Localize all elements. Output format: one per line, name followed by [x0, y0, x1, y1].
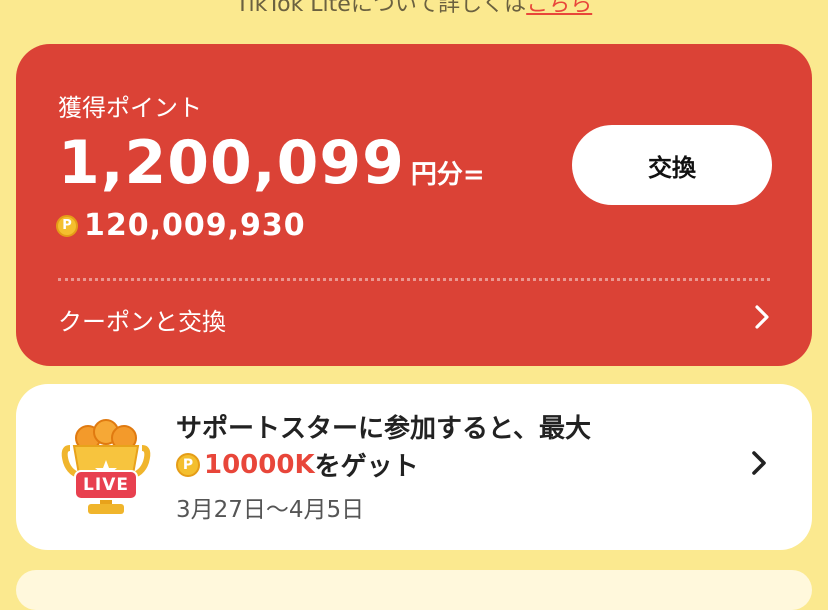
promo-dates: 3月27日〜4月5日 [176, 497, 365, 523]
promo-amount: 10000K [204, 449, 315, 480]
promo-suffix: をゲット [314, 452, 419, 482]
yen-unit: 円分= [410, 160, 485, 190]
promo-title: サポートスターに参加すると、最大 [176, 414, 591, 444]
amount-row: 1,200,099 円分= [58, 128, 485, 198]
exchange-button[interactable]: 交換 [572, 125, 772, 205]
points-card: 獲得ポイント 1,200,099 円分= P 120,009,930 交換 クー… [16, 44, 812, 366]
chevron-right-icon[interactable] [750, 302, 774, 332]
coupon-exchange-link[interactable]: クーポンと交換 [58, 302, 226, 337]
yen-amount: 1,200,099 [58, 128, 405, 198]
top-note-text: TikTok Liteについて詳しくは [235, 0, 527, 17]
details-link[interactable]: こちら [526, 0, 592, 17]
points-label: 獲得ポイント [58, 94, 202, 122]
trophy-icon [61, 419, 151, 514]
top-note: TikTok Liteについて詳しくはこちら [0, 0, 828, 18]
chevron-right-icon[interactable] [748, 448, 770, 478]
points-value: 120,009,930 [84, 208, 306, 243]
divider [58, 278, 770, 281]
promo-reward-line: P 10000K をゲット [176, 446, 419, 483]
points-row: P 120,009,930 [56, 208, 306, 243]
promo-card[interactable]: LIVE サポートスターに参加すると、最大 P 10000K をゲット 3月27… [16, 384, 812, 550]
next-card[interactable] [16, 570, 812, 610]
coin-icon: P [176, 452, 200, 477]
live-badge: LIVE [74, 470, 138, 500]
coin-icon: P [56, 214, 78, 237]
